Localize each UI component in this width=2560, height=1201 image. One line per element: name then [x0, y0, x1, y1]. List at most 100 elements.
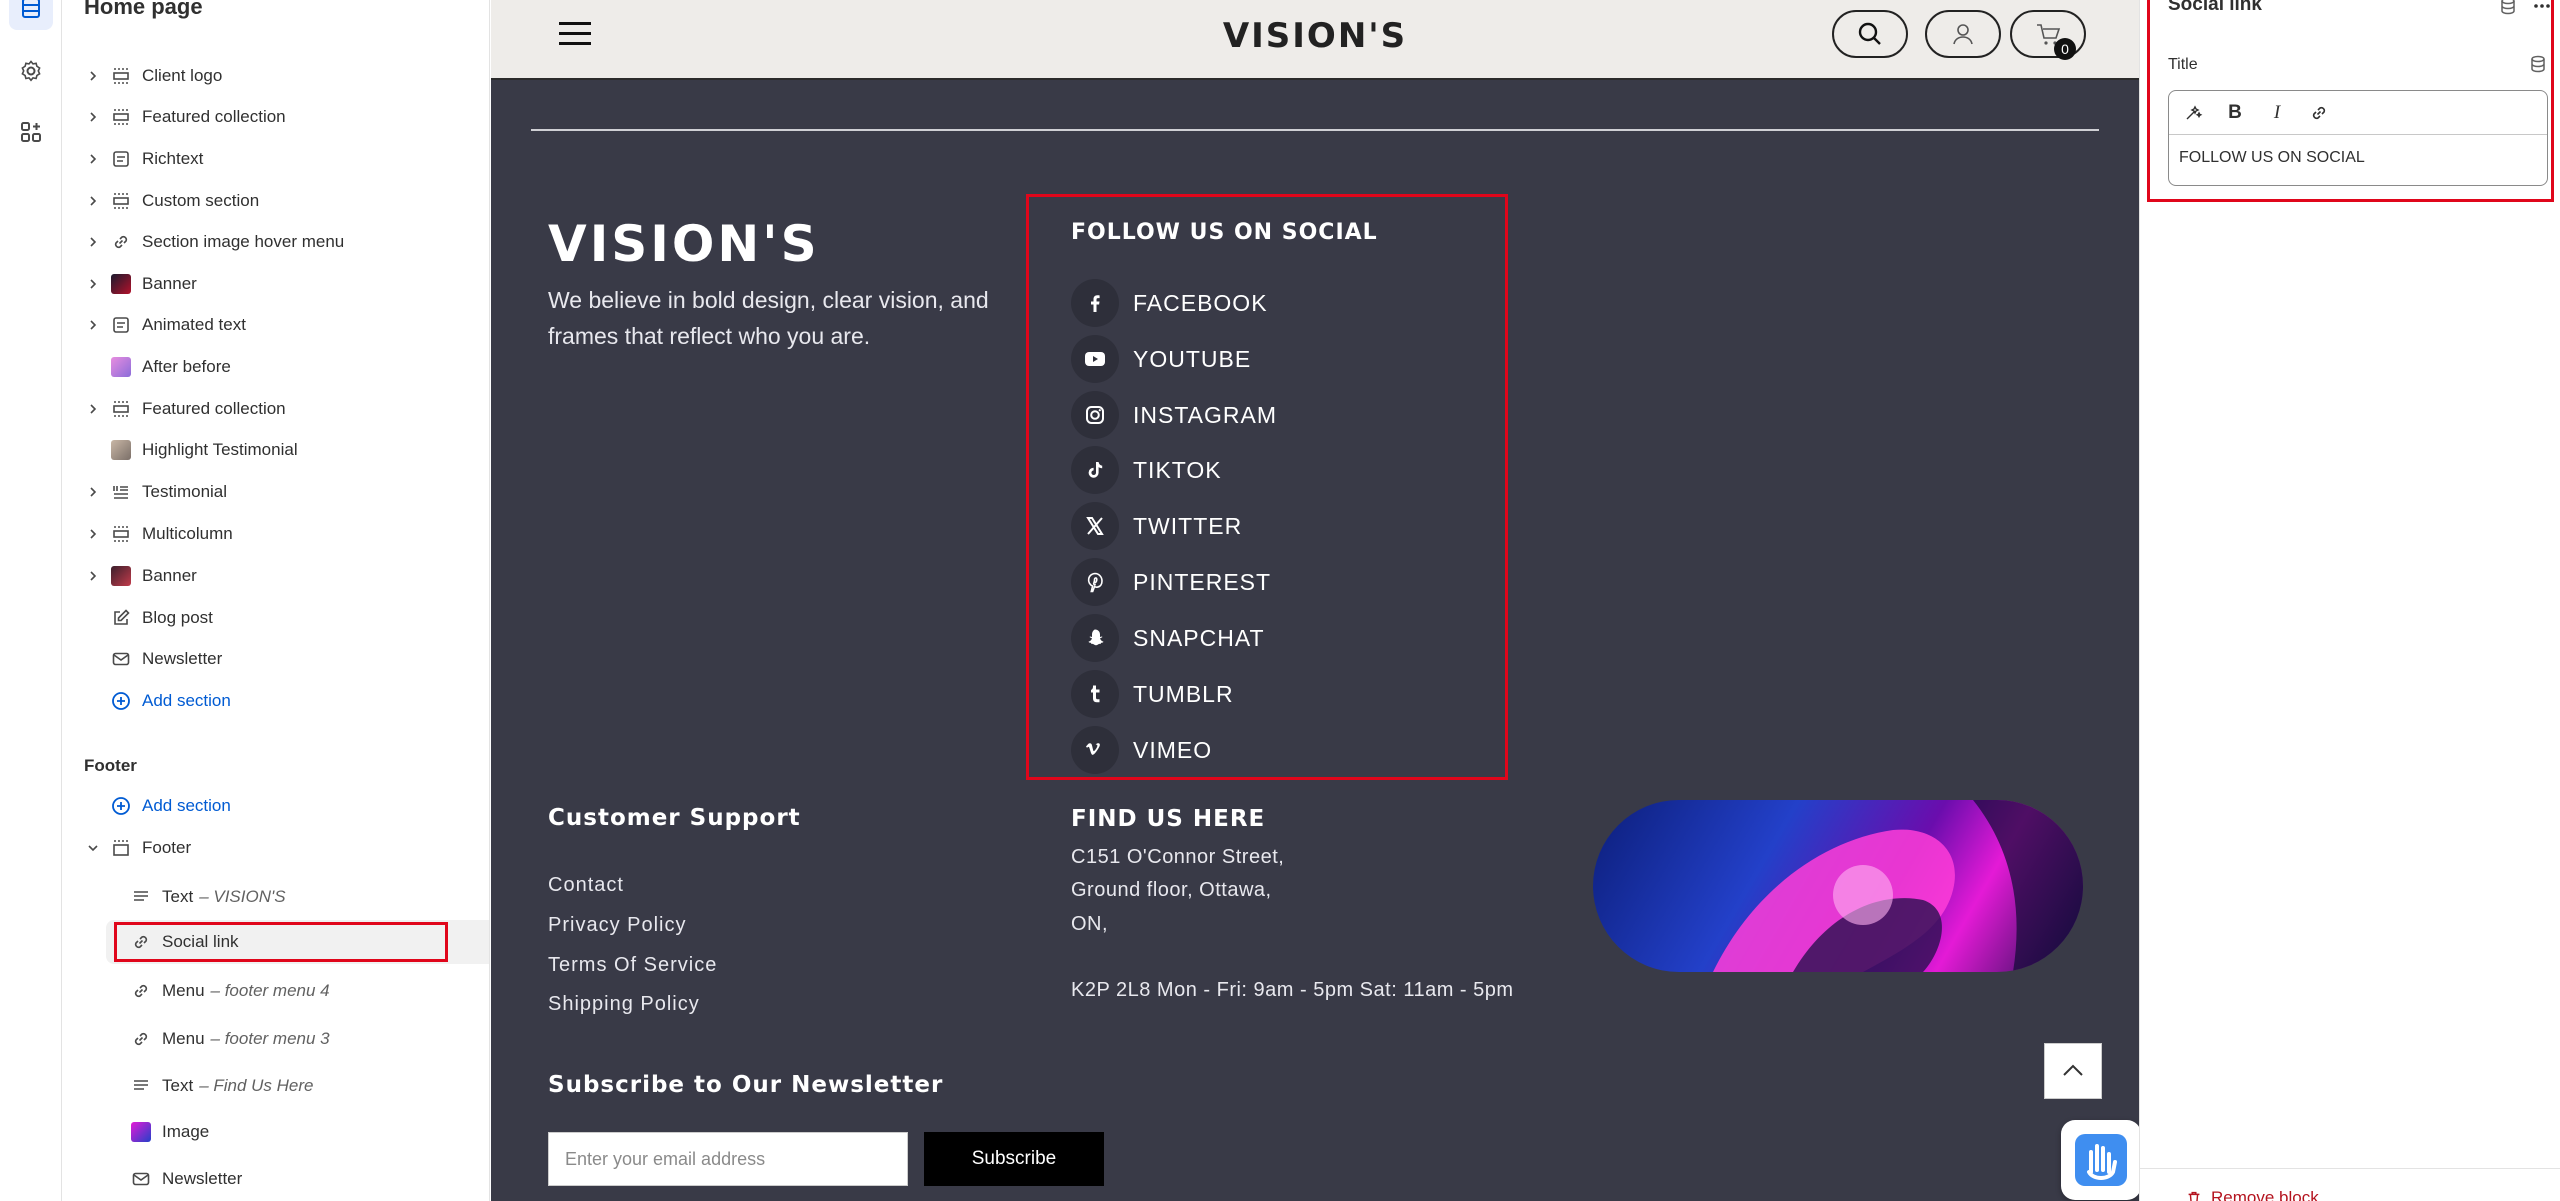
add-section-button[interactable]: Add section	[82, 681, 472, 721]
sections-rail-button[interactable]	[9, 0, 53, 30]
search-button[interactable]	[1832, 10, 1908, 58]
pinterest-icon	[1071, 558, 1119, 606]
social-link-label: TIKTOK	[1133, 456, 1222, 483]
banner-thumbnail	[110, 273, 132, 295]
social-link-label: PINTEREST	[1133, 568, 1272, 595]
section-icon	[110, 190, 132, 212]
section-item[interactable]: Blog post	[82, 598, 472, 638]
plus-circle-icon	[110, 795, 132, 817]
text-icon	[130, 886, 152, 908]
apps-rail-button[interactable]	[9, 110, 53, 154]
footer-block-item[interactable]: Image	[130, 1113, 489, 1151]
section-icon	[110, 65, 132, 87]
address-line: Ground floor, Ottawa,	[1071, 879, 1272, 901]
chevron-right-icon[interactable]	[86, 403, 100, 415]
subscribe-button[interactable]: Subscribe	[924, 1132, 1104, 1186]
footer-block-item[interactable]: Text – VISION'S	[130, 878, 489, 916]
section-label: Newsletter	[142, 649, 223, 668]
section-item[interactable]: Newsletter	[82, 639, 472, 679]
section-item[interactable]: Animated text	[82, 305, 472, 345]
trash-icon	[2188, 1191, 2200, 1201]
chevron-right-icon[interactable]	[86, 278, 100, 290]
chevron-right-icon[interactable]	[86, 195, 100, 207]
footer-block-item[interactable]: Menu – footer menu 3	[130, 1020, 489, 1058]
social-link-instagram[interactable]: INSTAGRAM	[1071, 391, 1277, 439]
footer-section-item[interactable]: Footer	[82, 828, 472, 868]
link-icon	[110, 231, 132, 253]
social-link-label: TWITTER	[1133, 512, 1243, 539]
social-link-youtube[interactable]: YOUTUBE	[1071, 335, 1251, 383]
find-us-title: FIND US HERE	[1071, 806, 1266, 832]
footer-block-item[interactable]: Newsletter	[130, 1160, 489, 1198]
footer-block-item[interactable]: Menu – footer menu 4	[130, 972, 489, 1010]
footer-link-privacy[interactable]: Privacy Policy	[548, 914, 686, 937]
chevron-right-icon[interactable]	[86, 486, 100, 498]
instagram-icon	[1071, 391, 1119, 439]
section-item[interactable]: Client logo	[82, 56, 472, 96]
tumblr-icon	[1071, 670, 1119, 718]
block-label: Image	[162, 1122, 210, 1141]
image-thumbnail	[130, 1121, 152, 1143]
section-item[interactable]: Testimonial	[82, 472, 472, 512]
footer-divider	[531, 129, 2099, 131]
link-icon	[130, 980, 152, 1002]
social-link-twitter[interactable]: TWITTER	[1071, 502, 1242, 550]
social-link-vimeo[interactable]: VIMEO	[1071, 726, 1212, 774]
section-item[interactable]: Richtext	[82, 139, 472, 179]
search-icon	[1858, 22, 1881, 45]
footer-link-shipping[interactable]: Shipping Policy	[548, 993, 700, 1016]
social-link-tumblr[interactable]: TUMBLR	[1071, 670, 1234, 718]
social-link-facebook[interactable]: FACEBOOK	[1071, 279, 1268, 327]
section-label: Multicolumn	[142, 524, 233, 543]
section-item[interactable]: Custom section	[82, 181, 472, 221]
section-item[interactable]: Banner	[82, 556, 472, 596]
section-item[interactable]: Featured collection	[82, 97, 472, 137]
section-item[interactable]: Featured collection	[82, 389, 472, 429]
social-link-label: YOUTUBE	[1133, 345, 1252, 372]
edit-icon	[110, 607, 132, 629]
add-section-label: Add section	[142, 691, 231, 710]
section-label: Richtext	[142, 149, 204, 168]
banner-thumbnail	[110, 565, 132, 587]
chevron-right-icon[interactable]	[86, 111, 100, 123]
chevron-right-icon[interactable]	[86, 528, 100, 540]
section-item[interactable]: Section image hover menu	[82, 222, 472, 262]
annotation-highlight-box	[114, 922, 448, 962]
back-to-top-button[interactable]	[2044, 1043, 2102, 1099]
footer-section-icon	[110, 837, 132, 859]
chat-widget-button[interactable]	[2061, 1120, 2139, 1200]
section-item[interactable]: Banner	[82, 264, 472, 304]
chevron-up-icon	[2063, 1064, 2083, 1076]
social-link-tiktok[interactable]: TIKTOK	[1071, 446, 1222, 494]
block-label: Menu	[162, 981, 205, 1000]
social-link-pinterest[interactable]: PINTEREST	[1071, 558, 1271, 606]
footer-image-art	[1713, 800, 2083, 972]
footer-image	[1593, 800, 2083, 972]
remove-block-label: Remove block	[2211, 1188, 2319, 1201]
account-button[interactable]	[1925, 10, 2001, 58]
chevron-down-icon[interactable]	[86, 842, 100, 854]
chevron-right-icon[interactable]	[86, 153, 100, 165]
footer-tagline: We believe in bold design, clear vision,…	[548, 287, 989, 349]
chevron-right-icon[interactable]	[86, 236, 100, 248]
settings-rail-button[interactable]	[9, 49, 53, 93]
chevron-right-icon[interactable]	[86, 70, 100, 82]
section-item[interactable]: Highlight Testimonial	[82, 430, 472, 470]
section-item[interactable]: Multicolumn	[82, 514, 472, 554]
footer-link-terms[interactable]: Terms Of Service	[548, 954, 717, 977]
chevron-right-icon[interactable]	[86, 319, 100, 331]
social-link-label: TUMBLR	[1133, 680, 1234, 707]
chevron-right-icon[interactable]	[86, 570, 100, 582]
social-link-snapchat[interactable]: SNAPCHAT	[1071, 614, 1265, 662]
newsletter-email-input[interactable]	[548, 1132, 908, 1186]
footer-link-contact[interactable]: Contact	[548, 874, 624, 897]
address-line: C151 O'Connor Street,	[1071, 846, 1285, 868]
remove-block-button[interactable]: Remove block	[2185, 1188, 2319, 1201]
cart-button[interactable]: 0	[2010, 10, 2086, 60]
store-header: VISION'S 0	[491, 0, 2139, 80]
text-block-icon	[110, 314, 132, 336]
section-item[interactable]: After before	[82, 347, 472, 387]
footer-block-item[interactable]: Text – Find Us Here	[130, 1067, 489, 1105]
gear-icon	[21, 60, 41, 82]
footer-add-section-button[interactable]: Add section	[82, 786, 472, 826]
